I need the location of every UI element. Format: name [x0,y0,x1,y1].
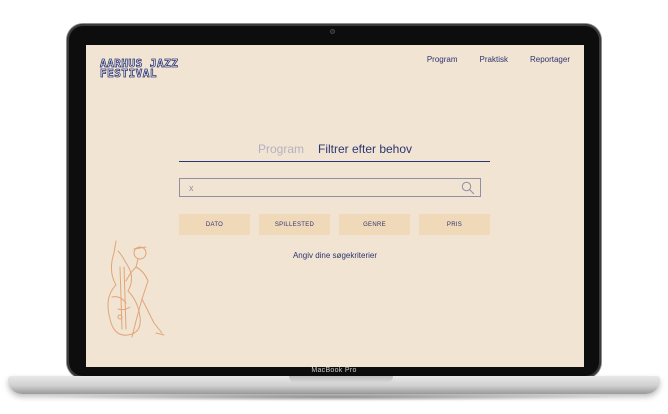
device-label: MacBook Pro [311,367,357,374]
nav-item-reportager[interactable]: Reportager [530,55,570,64]
laptop-notch [289,376,393,383]
laptop-base [8,376,660,394]
site-logo[interactable]: AARHUS JAZZ FESTIVAL [100,58,200,80]
filter-buttons: DATO SPILLESTED GENRE PRIS [179,214,490,235]
nav-item-program[interactable]: Program [427,55,458,64]
tab-underline [179,161,490,162]
nav-item-praktisk[interactable]: Praktisk [480,55,508,64]
search-input[interactable]: x [179,178,481,197]
filter-spillested-button[interactable]: SPILLESTED [259,214,330,235]
filter-pris-button[interactable]: PRIS [419,214,490,235]
camera-icon [330,29,335,34]
laptop-screen: AARHUS JAZZ FESTIVAL Program Praktisk Re… [86,45,584,367]
logo-line-2: FESTIVAL [100,67,157,80]
tab-program[interactable]: Program [258,142,304,156]
search-icon[interactable] [461,181,475,195]
view-tabs: Program Filtrer efter behov [86,142,584,156]
bass-player-illustration [107,240,165,338]
filter-genre-button[interactable]: GENRE [339,214,410,235]
search-input-value: x [189,183,194,193]
main-nav: Program Praktisk Reportager [427,55,570,64]
filter-dato-button[interactable]: DATO [179,214,250,235]
laptop-shadow [40,393,628,401]
tab-filter[interactable]: Filtrer efter behov [318,142,412,156]
